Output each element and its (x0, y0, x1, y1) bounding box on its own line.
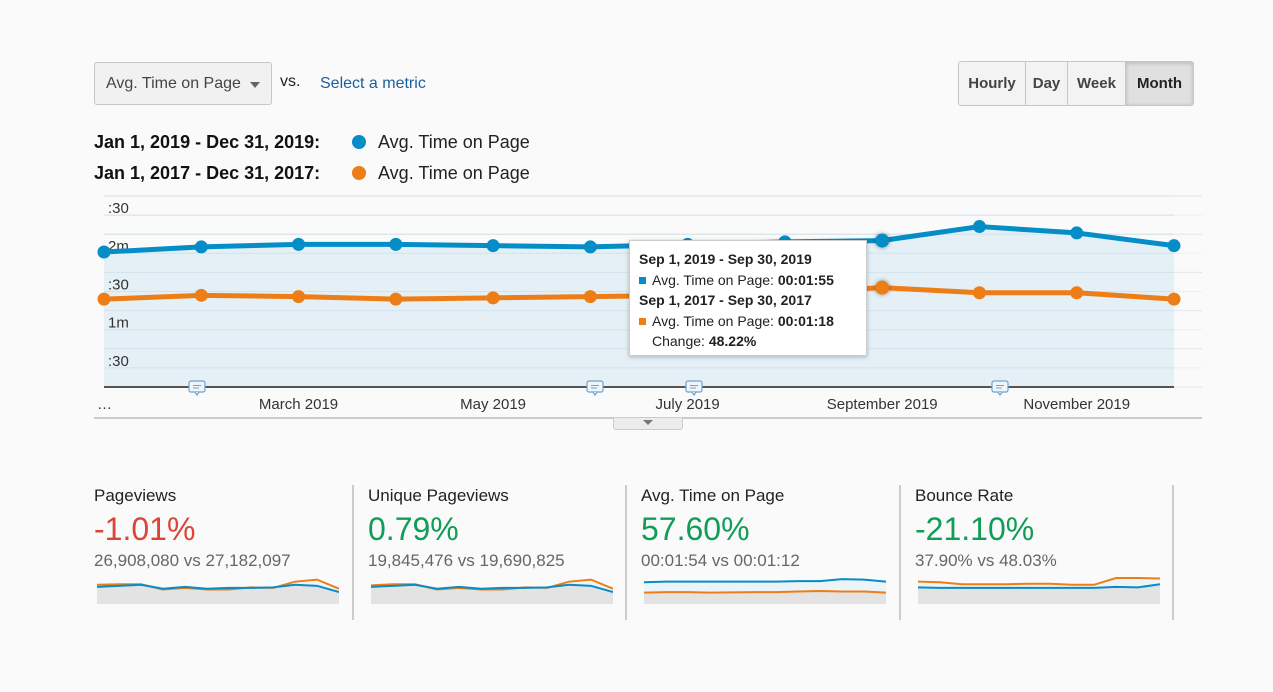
data-point (389, 237, 403, 251)
scorecard-comparison: 19,845,476 vs 19,690,825 (368, 551, 565, 570)
tooltip-metric-current: Avg. Time on Page: 00:01:55 (639, 270, 857, 291)
tooltip-value-current: 00:01:55 (777, 271, 834, 288)
data-point (875, 233, 890, 248)
scorecard-avg-time-on-page[interactable]: Avg. Time on Page 57.60% 00:01:54 vs 00:… (641, 484, 901, 620)
y-tick-label: :30 (108, 353, 129, 370)
data-point (97, 245, 111, 259)
data-point (292, 237, 306, 251)
main-line-chart: :301m:302m:30 … March 2019 May 2019 July 20… (94, 195, 1202, 419)
tooltip-metric-previous: Avg. Time on Page: 00:01:18 (639, 311, 857, 332)
annotation-icon[interactable] (188, 380, 206, 397)
scorecard-title: Avg. Time on Page (641, 486, 785, 505)
data-point (583, 290, 597, 304)
series-square-icon (639, 276, 646, 284)
x-tick-label: March 2019 (259, 396, 338, 413)
x-tick-label: November 2019 (1023, 396, 1130, 413)
divider (625, 485, 627, 620)
collapse-chart-toggle[interactable] (613, 418, 683, 430)
data-point (1167, 239, 1181, 253)
scorecard-title: Unique Pageviews (368, 486, 509, 505)
data-point (583, 240, 597, 254)
data-point (486, 291, 500, 305)
data-point (1070, 286, 1084, 300)
scorecard-change: -1.01% (94, 511, 196, 547)
y-tick-label: :30 (108, 276, 129, 293)
data-point (875, 280, 890, 295)
scorecard-title: Pageviews (94, 486, 177, 505)
data-point (1070, 226, 1084, 240)
data-point (1167, 292, 1181, 306)
data-point (97, 292, 111, 306)
scorecard-change: 57.60% (641, 511, 750, 547)
scorecard-unique-pageviews[interactable]: Unique Pageviews 0.79% 19,845,476 vs 19,… (368, 484, 628, 620)
y-tick-label: :30 (108, 200, 129, 217)
x-tick-label: May 2019 (460, 396, 526, 413)
tooltip-change: Change: 48.22% (652, 333, 757, 349)
tooltip-change-value: 48.22% (708, 333, 757, 349)
data-point (972, 220, 986, 234)
scorecard-comparison: 26,908,080 vs 27,182,097 (94, 551, 291, 570)
tooltip-range-current: Sep 1, 2019 - Sep 30, 2019 (639, 251, 812, 267)
chevron-down-icon (643, 420, 653, 425)
annotation-icon[interactable] (991, 380, 1009, 397)
data-point (292, 290, 306, 304)
scorecard-comparison: 37.90% vs 48.03% (915, 551, 1057, 570)
divider (899, 485, 901, 620)
tooltip-value-previous: 00:01:18 (777, 312, 834, 329)
scorecard-title: Bounce Rate (915, 486, 1014, 505)
divider (1172, 485, 1174, 620)
scorecard-comparison: 00:01:54 vs 00:01:12 (641, 551, 800, 570)
scorecard-pageviews[interactable]: Pageviews -1.01% 26,908,080 vs 27,182,09… (94, 484, 354, 620)
data-point (194, 288, 208, 302)
x-tick-label: … (97, 396, 112, 413)
sparkline (97, 578, 339, 604)
annotation-icon[interactable] (586, 380, 604, 397)
sparkline-previous (644, 590, 886, 594)
data-point (972, 286, 986, 300)
y-tick-label: 1m (108, 315, 129, 332)
data-point (389, 292, 403, 306)
data-point (486, 239, 500, 253)
data-point (194, 240, 208, 254)
scorecard-bounce-rate[interactable]: Bounce Rate -21.10% 37.90% vs 48.03% (915, 484, 1175, 620)
scorecard-change: 0.79% (368, 511, 459, 547)
tooltip-range-previous: Sep 1, 2017 - Sep 30, 2017 (639, 292, 812, 308)
x-tick-label: July 2019 (656, 396, 720, 413)
x-tick-label: September 2019 (827, 396, 938, 413)
annotation-icon[interactable] (685, 380, 703, 397)
sparkline (644, 578, 886, 604)
sparkline (371, 578, 613, 604)
scorecard-change: -21.10% (915, 511, 1035, 547)
divider (352, 485, 354, 620)
sparkline (918, 577, 1160, 604)
chart-tooltip: Sep 1, 2019 - Sep 30, 2019 Avg. Time on … (629, 240, 867, 356)
series-square-icon (639, 317, 646, 325)
